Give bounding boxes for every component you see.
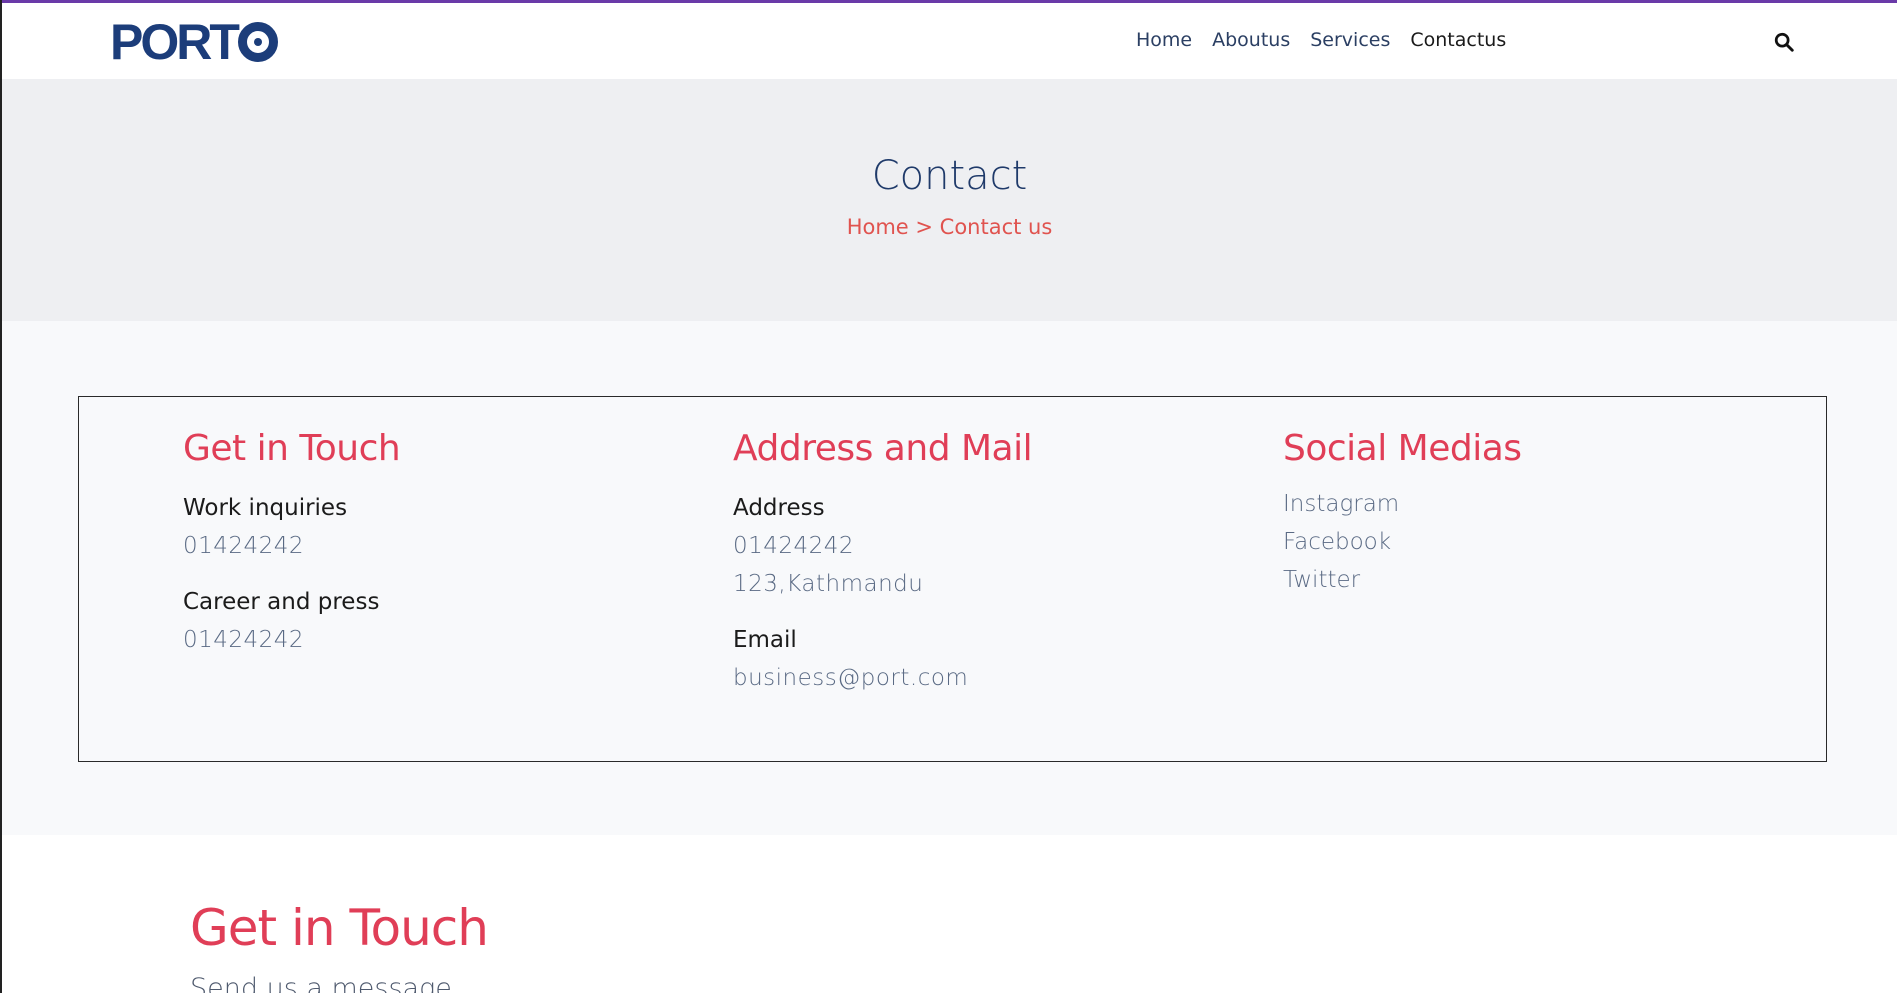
address-mail-column: Address and Mail Address 01424242 123,Ka… <box>733 427 1033 693</box>
address-value: 123,Kathmandu <box>733 571 924 597</box>
logo-o-mark <box>237 22 278 62</box>
get-in-touch-heading: Get in Touch <box>183 428 401 469</box>
page-title: Contact <box>871 153 1028 199</box>
search-icon[interactable] <box>1773 31 1795 53</box>
email-value[interactable]: business@port.com <box>733 663 1032 693</box>
career-press-label: Career and press <box>183 589 380 615</box>
work-inquiries-phone[interactable]: 01424242 <box>183 531 400 561</box>
porto-logo[interactable]: PORT <box>110 17 278 67</box>
nav-home[interactable]: Home <box>1136 29 1192 51</box>
email-label: Email <box>733 627 797 653</box>
nav-aboutus[interactable]: Aboutus <box>1212 29 1290 51</box>
address-phone[interactable]: 01424242 <box>733 531 1032 561</box>
nav-contactus[interactable]: Contactus <box>1410 29 1506 51</box>
site-header: PORT Home Aboutus Services Contactus <box>2 3 1897 79</box>
page-banner: Contact Home > Contact us <box>2 79 1897 321</box>
work-inquiries-label: Work inquiries <box>183 495 348 521</box>
page: PORT Home Aboutus Services Contactus Con… <box>0 0 1897 993</box>
form-subheading: Send us a message <box>190 973 452 993</box>
breadcrumb-link[interactable]: Home > Contact us <box>847 215 1053 239</box>
nav-services[interactable]: Services <box>1310 29 1390 51</box>
form-heading: Get in Touch <box>190 899 489 957</box>
contact-info-box: Get in Touch Work inquiries 01424242 Car… <box>78 396 1827 762</box>
get-in-touch-column: Get in Touch Work inquiries 01424242 Car… <box>183 427 401 655</box>
breadcrumb: Home > Contact us <box>2 215 1897 239</box>
contact-info-section: Get in Touch Work inquiries 01424242 Car… <box>2 321 1897 835</box>
main-nav: Home Aboutus Services Contactus <box>1136 29 1506 51</box>
career-press-phone[interactable]: 01424242 <box>183 625 400 655</box>
instagram-link[interactable]: Instagram <box>1283 485 1522 523</box>
social-medias-heading: Social Medias <box>1283 428 1522 469</box>
social-medias-column: Social Medias Instagram Facebook Twitter <box>1283 427 1522 599</box>
address-label: Address <box>733 495 825 521</box>
address-mail-heading: Address and Mail <box>733 428 1033 469</box>
message-form-section: Get in Touch Send us a message <box>2 835 1897 993</box>
facebook-link[interactable]: Facebook <box>1283 523 1522 561</box>
logo-text: PORT <box>110 14 240 70</box>
twitter-link[interactable]: Twitter <box>1283 561 1522 599</box>
